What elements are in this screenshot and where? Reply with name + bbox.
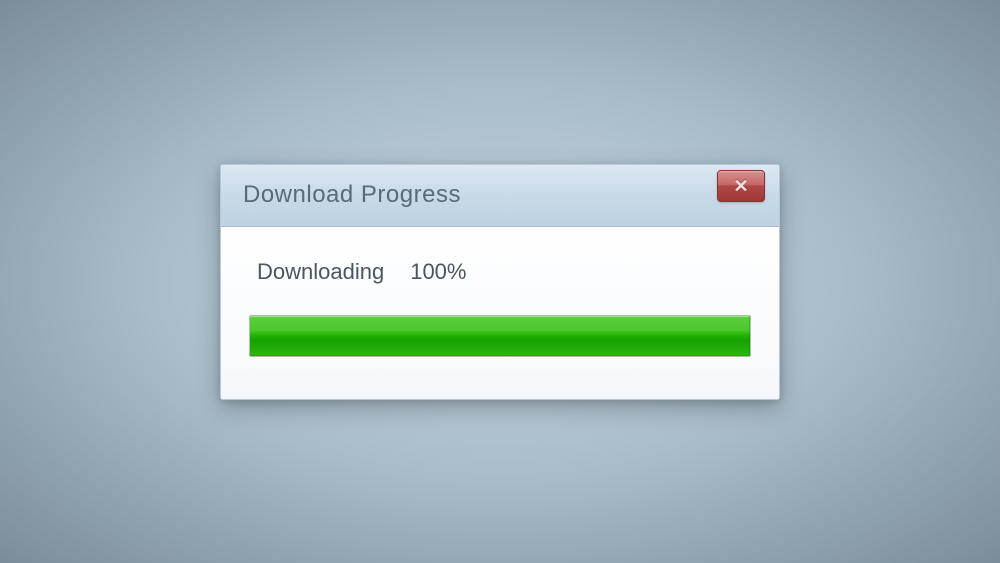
dialog-content: Downloading 100% — [221, 227, 779, 399]
status-label: Downloading — [257, 259, 384, 285]
titlebar: Download Progress ✕ — [221, 165, 779, 227]
percent-value: 100% — [410, 259, 466, 285]
progress-bar — [249, 315, 751, 357]
close-button[interactable]: ✕ — [717, 170, 765, 202]
download-progress-dialog: Download Progress ✕ Downloading 100% — [220, 164, 780, 400]
progress-fill — [250, 316, 750, 356]
status-row: Downloading 100% — [249, 259, 751, 285]
dialog-title: Download Progress — [243, 181, 461, 209]
close-icon: ✕ — [733, 177, 748, 195]
